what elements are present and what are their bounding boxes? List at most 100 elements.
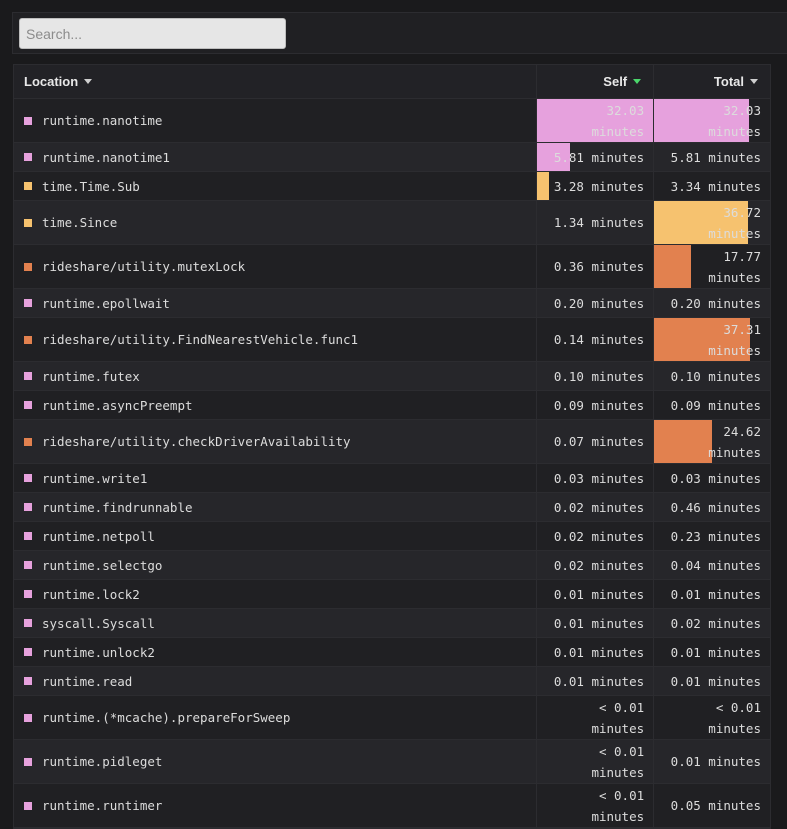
column-header-location[interactable]: Location [14, 65, 536, 98]
table-row[interactable]: runtime.selectgo 0.02 minutes 0.04 minutes [14, 551, 770, 580]
color-square-icon [24, 532, 32, 540]
table-row[interactable]: runtime.findrunnable 0.02 minutes 0.46 min… [14, 493, 770, 522]
search-input[interactable] [19, 18, 286, 49]
color-square-icon [24, 677, 32, 685]
total-cell: 36.72 minutes [653, 201, 770, 244]
function-name: runtime.nanotime1 [42, 149, 170, 165]
color-square-icon [24, 619, 32, 627]
color-square-icon [24, 335, 32, 344]
table-row[interactable]: runtime.runtimer < 0.01 minutes 0.05 minut… [14, 784, 770, 828]
total-cell: 17.77 minutes [653, 245, 770, 288]
color-square-icon [24, 474, 32, 482]
table-row[interactable]: runtime.nanotime1 5.81 minutes 5.81 minute… [14, 143, 770, 172]
value-text: 0.04 minutes [670, 557, 761, 573]
value-text: 36.72 minutes [708, 204, 761, 241]
function-name: runtime.selectgo [42, 557, 163, 573]
value-text: 32.03 minutes [591, 102, 645, 139]
value-text: < 0.01 minutes [591, 743, 645, 780]
color-square-icon [24, 218, 32, 227]
value-text: 5.81 minutes [553, 149, 645, 165]
total-cell: 0.46 minutes [653, 493, 770, 521]
table-row[interactable]: rideshare/utility.checkDriverAvailabilit… [14, 420, 770, 464]
table-row[interactable]: runtime.write1 0.03 minutes 0.03 minutes [14, 464, 770, 493]
self-cell: < 0.01 minutes [536, 740, 653, 783]
table-row[interactable]: rideshare/utility.FindNearestVehicle.fun… [14, 318, 770, 362]
value-text: 0.36 minutes [553, 259, 645, 274]
table-header: Location Self Total [14, 65, 770, 99]
table-row[interactable]: time.Time.Sub 3.28 minutes 3.34 minutes [14, 172, 770, 201]
table-row[interactable]: runtime.unlock2 0.01 minutes 0.01 minutes [14, 638, 770, 667]
value-text: 37.31 minutes [708, 321, 761, 358]
total-cell: < 0.01 minutes [653, 696, 770, 739]
value-text: 0.02 minutes [553, 528, 645, 544]
color-square-icon [24, 116, 32, 125]
location-cell: runtime.nanotime1 [14, 143, 536, 171]
total-cell: 0.04 minutes [653, 551, 770, 579]
function-name: runtime.nanotime [42, 113, 163, 128]
function-name: rideshare/utility.FindNearestVehicle.fun… [42, 332, 359, 347]
sort-caret-icon [750, 79, 758, 84]
table-row[interactable]: runtime.netpoll 0.02 minutes 0.23 minutes [14, 522, 770, 551]
color-square-icon [24, 372, 32, 380]
value-text: 3.34 minutes [670, 178, 761, 194]
value-text: 0.02 minutes [553, 557, 645, 573]
table-row[interactable]: time.Since 1.34 minutes 36.72 minutes [14, 201, 770, 245]
table-row[interactable]: runtime.(*mcache).prepareForSweep < 0.01 … [14, 696, 770, 740]
table-row[interactable]: runtime.read 0.01 minutes 0.01 minutes [14, 667, 770, 696]
self-cell: 0.36 minutes [536, 245, 653, 288]
total-cell: 0.01 minutes [653, 740, 770, 783]
value-text: 0.01 minutes [553, 644, 645, 660]
color-square-icon [24, 401, 32, 409]
self-cell: 0.01 minutes [536, 667, 653, 695]
table-row[interactable]: syscall.Syscall 0.01 minutes 0.02 minutes [14, 609, 770, 638]
self-cell: 0.20 minutes [536, 289, 653, 317]
function-name: runtime.write1 [42, 470, 148, 486]
table-row[interactable]: runtime.epollwait 0.20 minutes 0.20 minute… [14, 289, 770, 318]
column-header-self[interactable]: Self [536, 65, 653, 98]
function-name: rideshare/utility.mutexLock [42, 259, 246, 274]
table-row[interactable]: runtime.asyncPreempt 0.09 minutes 0.09 min… [14, 391, 770, 420]
table-row[interactable]: runtime.nanotime 32.03 minutes 32.03 minut… [14, 99, 770, 143]
value-text: 0.01 minutes [553, 615, 645, 631]
self-cell: 0.02 minutes [536, 522, 653, 550]
location-cell: runtime.futex [14, 362, 536, 390]
color-square-icon [24, 713, 32, 722]
value-text: 0.01 minutes [670, 586, 761, 602]
self-cell: 0.09 minutes [536, 391, 653, 419]
location-cell: runtime.unlock2 [14, 638, 536, 666]
value-text: 0.07 minutes [553, 434, 645, 449]
color-square-icon [24, 182, 32, 190]
value-text: 0.02 minutes [553, 499, 645, 515]
table-row[interactable]: runtime.lock2 0.01 minutes 0.01 minutes [14, 580, 770, 609]
function-name: time.Time.Sub [42, 178, 140, 194]
color-square-icon [24, 757, 32, 766]
toolbar [12, 12, 787, 54]
table-row[interactable]: runtime.pidleget < 0.01 minutes 0.01 minut… [14, 740, 770, 784]
value-text: 17.77 minutes [708, 248, 761, 285]
location-cell: runtime.nanotime [14, 99, 536, 142]
column-header-total[interactable]: Total [653, 65, 770, 98]
self-cell: 0.10 minutes [536, 362, 653, 390]
self-cell: 0.02 minutes [536, 551, 653, 579]
value-text: 5.81 minutes [670, 149, 761, 165]
value-text: 0.02 minutes [670, 615, 761, 631]
table-row[interactable]: rideshare/utility.mutexLock 0.36 minutes 1… [14, 245, 770, 289]
value-text: 24.62 minutes [708, 423, 761, 460]
self-cell: 0.07 minutes [536, 420, 653, 463]
location-cell: time.Since [14, 201, 536, 244]
location-cell: runtime.read [14, 667, 536, 695]
self-cell: 0.01 minutes [536, 580, 653, 608]
table-row[interactable]: runtime.futex 0.10 minutes 0.10 minutes [14, 362, 770, 391]
value-text: 0.01 minutes [670, 673, 761, 689]
function-name: runtime.lock2 [42, 586, 140, 602]
function-name: time.Since [42, 215, 118, 230]
total-cell: 3.34 minutes [653, 172, 770, 200]
location-cell: time.Time.Sub [14, 172, 536, 200]
location-cell: runtime.(*mcache).prepareForSweep [14, 696, 536, 739]
location-cell: runtime.lock2 [14, 580, 536, 608]
value-text: < 0.01 minutes [708, 699, 761, 736]
function-name: runtime.findrunnable [42, 499, 193, 515]
column-header-label: Total [713, 74, 744, 89]
location-cell: runtime.asyncPreempt [14, 391, 536, 419]
function-name: runtime.unlock2 [42, 644, 155, 660]
